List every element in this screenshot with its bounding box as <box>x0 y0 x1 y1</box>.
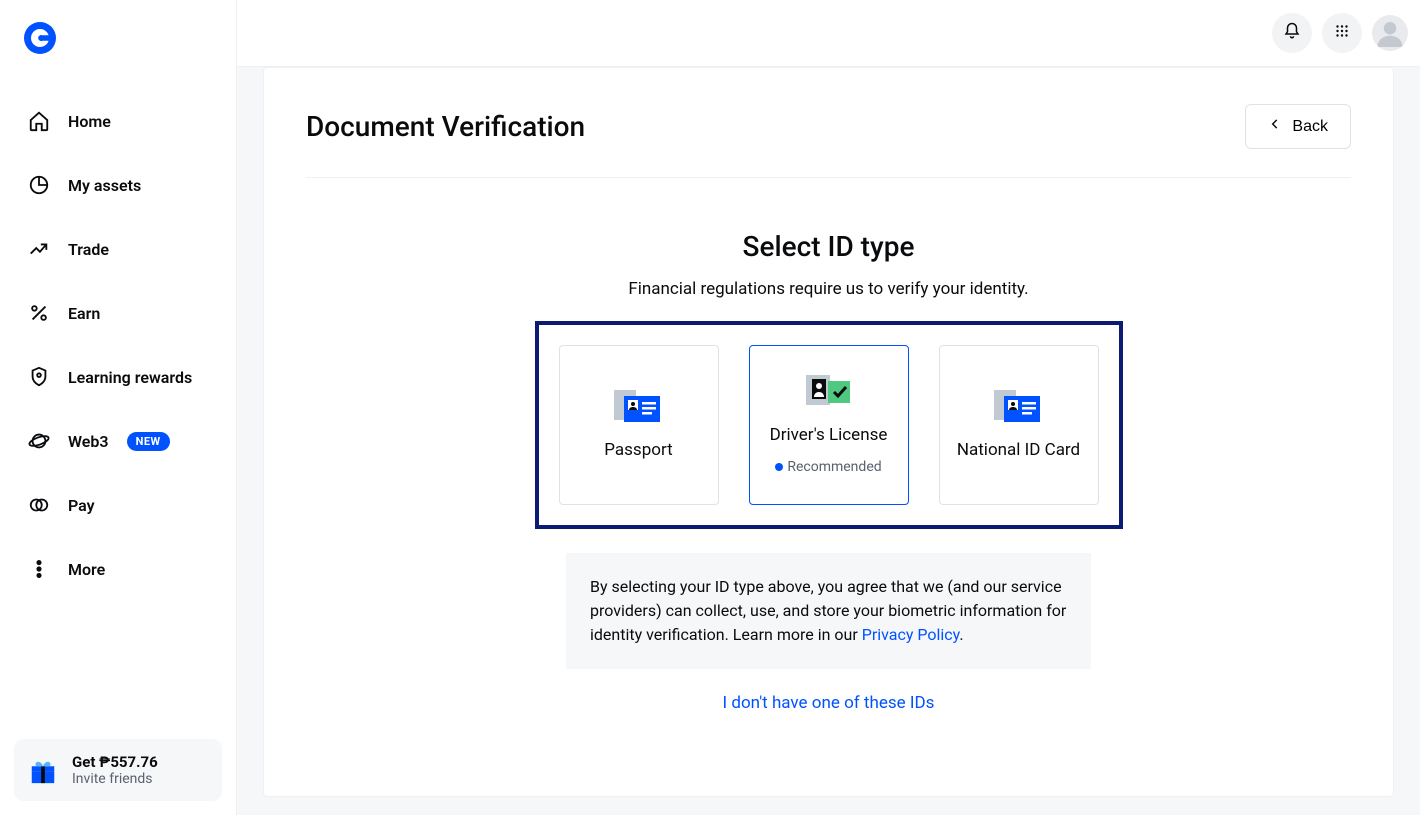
chevron-left-icon <box>1268 117 1282 136</box>
sidebar-item-assets[interactable]: My assets <box>8 160 228 210</box>
sidebar-item-label: Web3 <box>68 432 109 451</box>
back-label: Back <box>1292 118 1328 136</box>
sidebar-item-label: More <box>68 560 105 579</box>
coin-icon <box>28 494 50 516</box>
sidebar-item-more[interactable]: More <box>8 544 228 594</box>
recommended-tag: Recommended <box>775 459 881 475</box>
section-subtext: Financial regulations require us to veri… <box>628 279 1028 299</box>
topbar <box>237 0 1420 67</box>
id-option-label: National ID Card <box>957 440 1080 460</box>
passport-icon <box>614 390 664 426</box>
sidebar-item-label: My assets <box>68 176 141 195</box>
verification-card: Document Verification Back Select ID typ… <box>263 67 1394 797</box>
license-icon <box>804 375 854 411</box>
planet-icon <box>28 430 50 452</box>
sidebar-item-label: Earn <box>68 304 100 323</box>
consent-text-end: . <box>959 625 963 644</box>
sidebar-item-pay[interactable]: Pay <box>8 480 228 530</box>
sidebar-item-earn[interactable]: Earn <box>8 288 228 338</box>
dot-icon <box>775 463 783 471</box>
badge-icon <box>28 366 50 388</box>
avatar-button[interactable] <box>1372 15 1408 51</box>
home-icon <box>28 110 50 132</box>
trend-icon <box>28 238 50 260</box>
apps-button[interactable] <box>1322 13 1362 53</box>
id-option-passport[interactable]: Passport <box>559 345 719 505</box>
sidebar-item-label: Learning rewards <box>68 368 192 387</box>
percent-icon <box>28 302 50 324</box>
nav: Home My assets Trade Earn Learning rewar… <box>0 76 236 739</box>
notifications-button[interactable] <box>1272 13 1312 53</box>
sidebar: Home My assets Trade Earn Learning rewar… <box>0 0 237 815</box>
new-badge: NEW <box>127 432 170 451</box>
card-header: Document Verification Back <box>306 104 1351 178</box>
pie-icon <box>28 174 50 196</box>
sidebar-item-label: Pay <box>68 496 95 515</box>
sidebar-item-web3[interactable]: Web3 NEW <box>8 416 228 466</box>
promo-text: Get ₱557.76 Invite friends <box>72 753 158 787</box>
privacy-policy-link[interactable]: Privacy Policy <box>862 625 960 644</box>
bell-icon <box>1283 22 1301 44</box>
back-button[interactable]: Back <box>1245 104 1351 149</box>
avatar-icon <box>1375 17 1405 51</box>
apps-grid-icon <box>1333 22 1351 44</box>
id-option-national-id[interactable]: National ID Card <box>939 345 1099 505</box>
logo-wrap <box>0 0 236 76</box>
main-area: Document Verification Back Select ID typ… <box>237 0 1420 815</box>
coinbase-logo-icon[interactable] <box>24 22 56 54</box>
center-column: Select ID type Financial regulations req… <box>306 178 1351 713</box>
sidebar-item-label: Home <box>68 112 111 131</box>
page-title: Document Verification <box>306 110 585 143</box>
no-id-link[interactable]: I don't have one of these IDs <box>723 693 935 713</box>
promo-title: Get ₱557.76 <box>72 753 158 771</box>
id-option-drivers-license[interactable]: Driver's License Recommended <box>749 345 909 505</box>
section-heading: Select ID type <box>743 230 915 263</box>
sidebar-item-trade[interactable]: Trade <box>8 224 228 274</box>
gift-icon <box>28 755 58 785</box>
promo-subtitle: Invite friends <box>72 771 158 787</box>
id-option-label: Driver's License <box>770 425 888 445</box>
more-icon <box>28 558 50 580</box>
id-option-label: Passport <box>604 440 672 460</box>
id-options-highlight: Passport <box>535 321 1123 529</box>
content-wrap: Document Verification Back Select ID typ… <box>237 67 1420 815</box>
invite-promo[interactable]: Get ₱557.76 Invite friends <box>14 739 222 801</box>
national-id-icon <box>994 390 1044 426</box>
consent-text: By selecting your ID type above, you agr… <box>590 577 1066 644</box>
consent-box: By selecting your ID type above, you agr… <box>566 553 1091 669</box>
sidebar-item-home[interactable]: Home <box>8 96 228 146</box>
sidebar-item-learning[interactable]: Learning rewards <box>8 352 228 402</box>
sidebar-item-label: Trade <box>68 240 109 259</box>
recommended-text: Recommended <box>787 459 881 475</box>
